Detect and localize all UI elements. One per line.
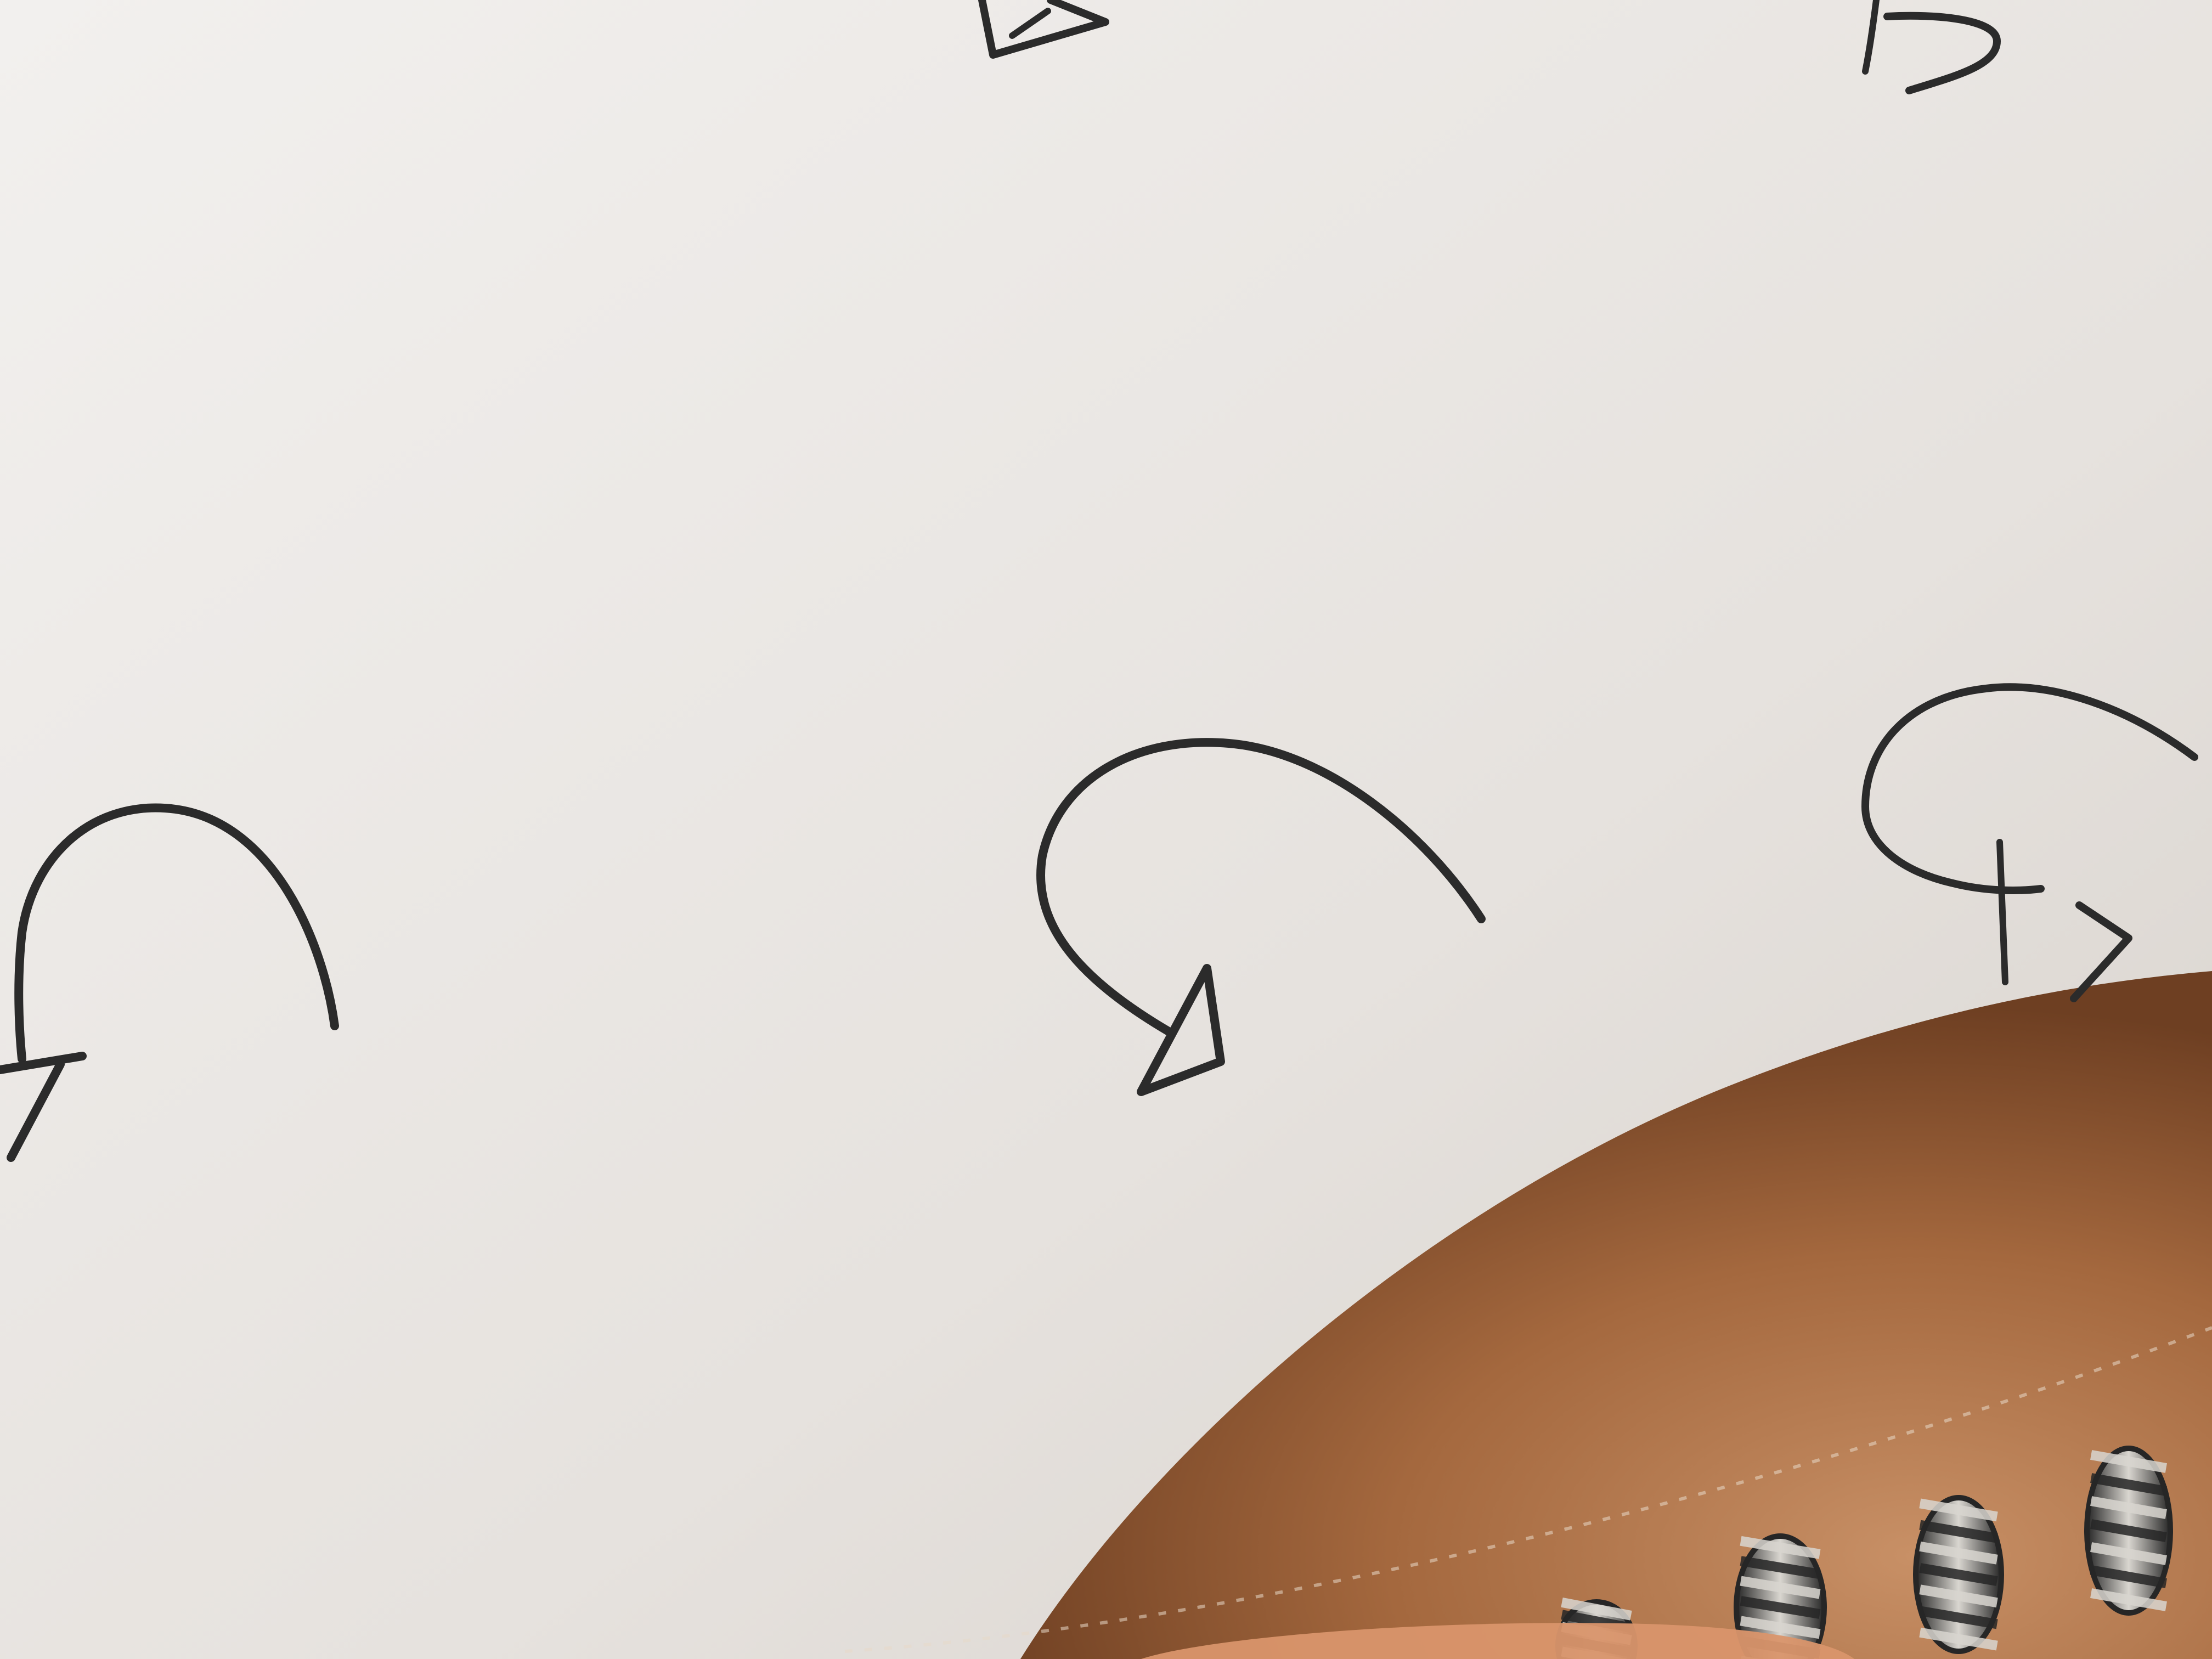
photo-scene [0,0,2212,1659]
spiral-ring [2084,1446,2173,1616]
spiral-ring [1913,1495,2004,1654]
